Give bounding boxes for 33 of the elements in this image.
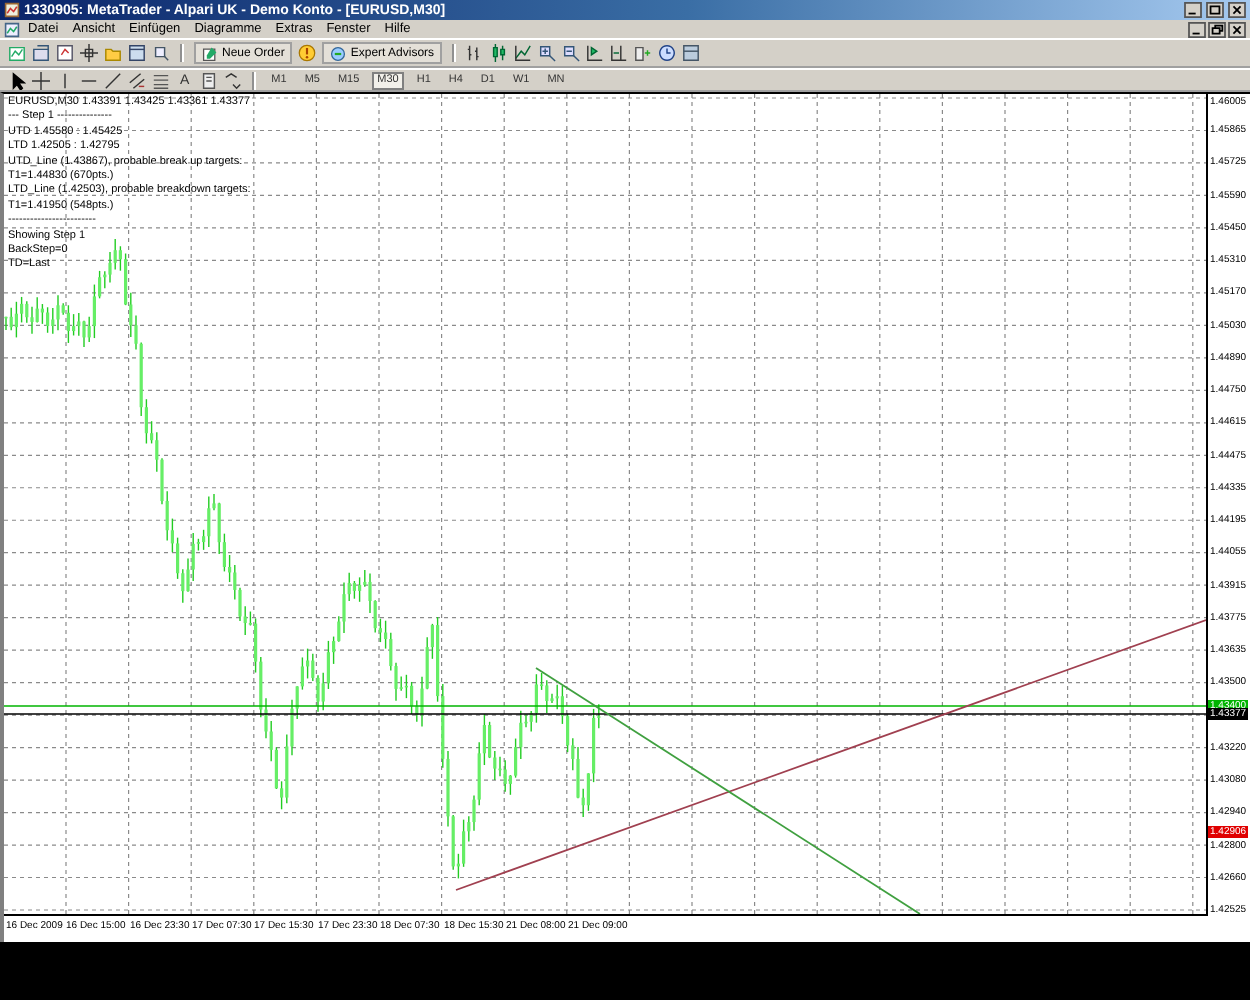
- indicators-icon[interactable]: [634, 44, 653, 62]
- terminal-icon[interactable]: [128, 44, 146, 62]
- new-chart-icon[interactable]: [8, 44, 26, 62]
- chart-window-icon[interactable]: [4, 21, 20, 37]
- market-watch-icon[interactable]: [56, 44, 74, 62]
- clock-icon[interactable]: [658, 44, 677, 62]
- zoom-in-icon[interactable]: [538, 44, 557, 62]
- minimize-button[interactable]: [1184, 2, 1202, 18]
- profiles-icon[interactable]: [32, 44, 50, 62]
- advisor-icon: [330, 45, 347, 61]
- label-icon[interactable]: [199, 71, 218, 89]
- crosshair-icon[interactable]: [32, 71, 50, 89]
- auto-scroll-icon[interactable]: [586, 44, 605, 62]
- restore-button[interactable]: [1208, 21, 1226, 37]
- candlestick-icon[interactable]: [490, 44, 509, 62]
- order-icon: [202, 45, 218, 61]
- line-chart-icon[interactable]: [514, 44, 533, 62]
- close-button[interactable]: [1228, 2, 1246, 18]
- crosshair-icon[interactable]: [80, 44, 98, 62]
- magnifier-icon[interactable]: [152, 44, 170, 62]
- minimize-button[interactable]: [1188, 21, 1206, 37]
- cursor-icon[interactable]: [8, 71, 26, 89]
- fibonacci-icon[interactable]: [152, 71, 170, 89]
- maximize-button[interactable]: [1206, 2, 1224, 18]
- trend-line-icon[interactable]: [104, 71, 122, 89]
- template-icon[interactable]: [682, 44, 701, 62]
- chart-shift-icon[interactable]: [610, 44, 629, 62]
- app-icon: [4, 2, 20, 18]
- arrows-icon[interactable]: [223, 71, 242, 89]
- close-button[interactable]: [1228, 21, 1246, 37]
- bar-chart-icon[interactable]: [466, 44, 485, 62]
- zoom-out-icon[interactable]: [562, 44, 581, 62]
- alert-icon[interactable]: [298, 44, 317, 62]
